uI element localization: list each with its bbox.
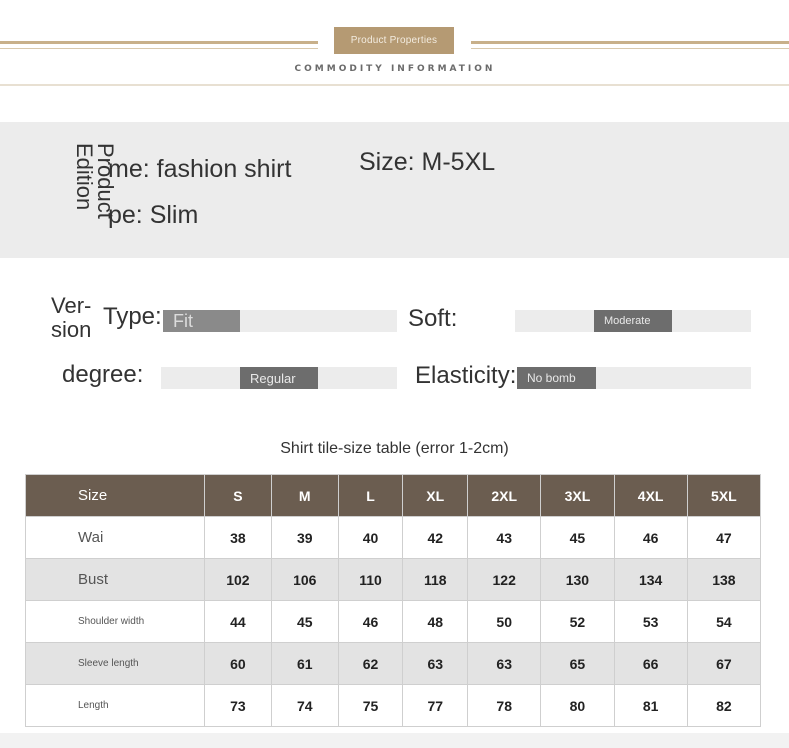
size-header-label: Size: [25, 474, 205, 517]
table-cell: 77: [402, 684, 469, 727]
table-cell: 82: [686, 684, 762, 727]
table-cell: 73: [204, 684, 272, 727]
soft-label: Soft:: [408, 305, 458, 332]
table-cell: 60: [204, 642, 272, 685]
elasticity-label: Elasticity:: [415, 362, 517, 389]
table-cell: 81: [613, 684, 688, 727]
table-cell: 62: [337, 642, 404, 685]
size-header-s: S: [204, 474, 272, 517]
table-cell: 118: [402, 558, 469, 601]
table-cell: 42: [402, 516, 469, 559]
table-cell: 52: [540, 600, 615, 643]
size-header-xl: XL: [402, 474, 469, 517]
table-cell: 102: [204, 558, 272, 601]
table-cell: 39: [270, 516, 339, 559]
soft-value-chip: Moderate: [594, 310, 672, 332]
size-header-4xl: 4XL: [613, 474, 688, 517]
header-rule-right: [471, 41, 789, 44]
table-cell: 45: [270, 600, 339, 643]
table-cell: 48: [402, 600, 469, 643]
degree-label: degree:: [62, 361, 144, 388]
table-cell: 40: [337, 516, 404, 559]
table-row: Shoulder width 44 45 46 48 50 52 53 54: [25, 600, 762, 643]
header-rule-left: [0, 41, 318, 44]
size-table: Size S M L XL 2XL 3XL 4XL 5XL Wai 38 39 …: [25, 474, 762, 727]
table-cell: 46: [337, 600, 404, 643]
product-size-text: Size: M-5XL: [359, 148, 496, 176]
size-header-l: L: [337, 474, 404, 517]
elasticity-value-chip: No bomb: [517, 367, 596, 389]
table-cell: 54: [686, 600, 762, 643]
row-label-waist: Wai: [25, 516, 205, 559]
row-label-bust: Bust: [25, 558, 205, 601]
bottom-band: [0, 733, 789, 748]
table-cell: 63: [402, 642, 469, 685]
size-header-2xl: 2XL: [467, 474, 542, 517]
product-type-text: pe: Slim: [108, 201, 199, 229]
table-cell: 65: [540, 642, 615, 685]
table-row: Sleeve length 60 61 62 63 63 65 66 67: [25, 642, 762, 685]
table-cell: 47: [686, 516, 762, 559]
row-label-length: Length: [25, 684, 205, 727]
table-cell: 66: [613, 642, 688, 685]
table-cell: 43: [467, 516, 542, 559]
table-cell: 63: [467, 642, 542, 685]
table-cell: 110: [337, 558, 404, 601]
version-label: Ver- sion: [51, 293, 92, 342]
table-cell: 80: [540, 684, 615, 727]
table-cell: 106: [270, 558, 339, 601]
table-cell: 45: [540, 516, 615, 559]
size-header-m: M: [270, 474, 339, 517]
table-cell: 44: [204, 600, 272, 643]
product-edition-label: Product Edition: [72, 143, 118, 219]
header-divider: [0, 84, 789, 86]
table-cell: 130: [540, 558, 615, 601]
degree-value-chip: Regular: [240, 367, 318, 389]
size-table-caption: Shirt tile-size table (error 1-2cm): [280, 440, 509, 457]
header-rule-left-thin: [0, 48, 318, 49]
table-cell: 78: [467, 684, 542, 727]
table-row: Length 73 74 75 77 78 80 81 82: [25, 684, 762, 727]
product-name-text: me: fashion shirt: [108, 155, 292, 183]
table-cell: 122: [467, 558, 542, 601]
table-row: Wai 38 39 40 42 43 45 46 47: [25, 516, 762, 559]
table-cell: 61: [270, 642, 339, 685]
row-label-sleeve-length: Sleeve length: [25, 642, 205, 685]
row-label-shoulder-width: Shoulder width: [25, 600, 205, 643]
header-rule-right-thin: [471, 48, 789, 49]
table-cell: 75: [337, 684, 404, 727]
commodity-information-subtitle: COMMODITY INFORMATION: [294, 64, 496, 74]
table-row: Bust 102 106 110 118 122 130 134 138: [25, 558, 762, 601]
product-info-panel: [0, 122, 789, 258]
table-cell: 138: [686, 558, 762, 601]
table-cell: 53: [613, 600, 688, 643]
type-label: Type:: [103, 303, 162, 330]
type-value-chip: Fit: [163, 310, 240, 332]
size-header-3xl: 3XL: [540, 474, 615, 517]
table-cell: 38: [204, 516, 272, 559]
table-cell: 50: [467, 600, 542, 643]
table-cell: 74: [270, 684, 339, 727]
size-header-5xl: 5XL: [686, 474, 762, 517]
table-cell: 46: [613, 516, 688, 559]
product-properties-badge: Product Properties: [334, 27, 454, 54]
table-cell: 134: [613, 558, 688, 601]
size-table-header-row: Size S M L XL 2XL 3XL 4XL 5XL: [25, 474, 762, 517]
table-cell: 67: [686, 642, 762, 685]
